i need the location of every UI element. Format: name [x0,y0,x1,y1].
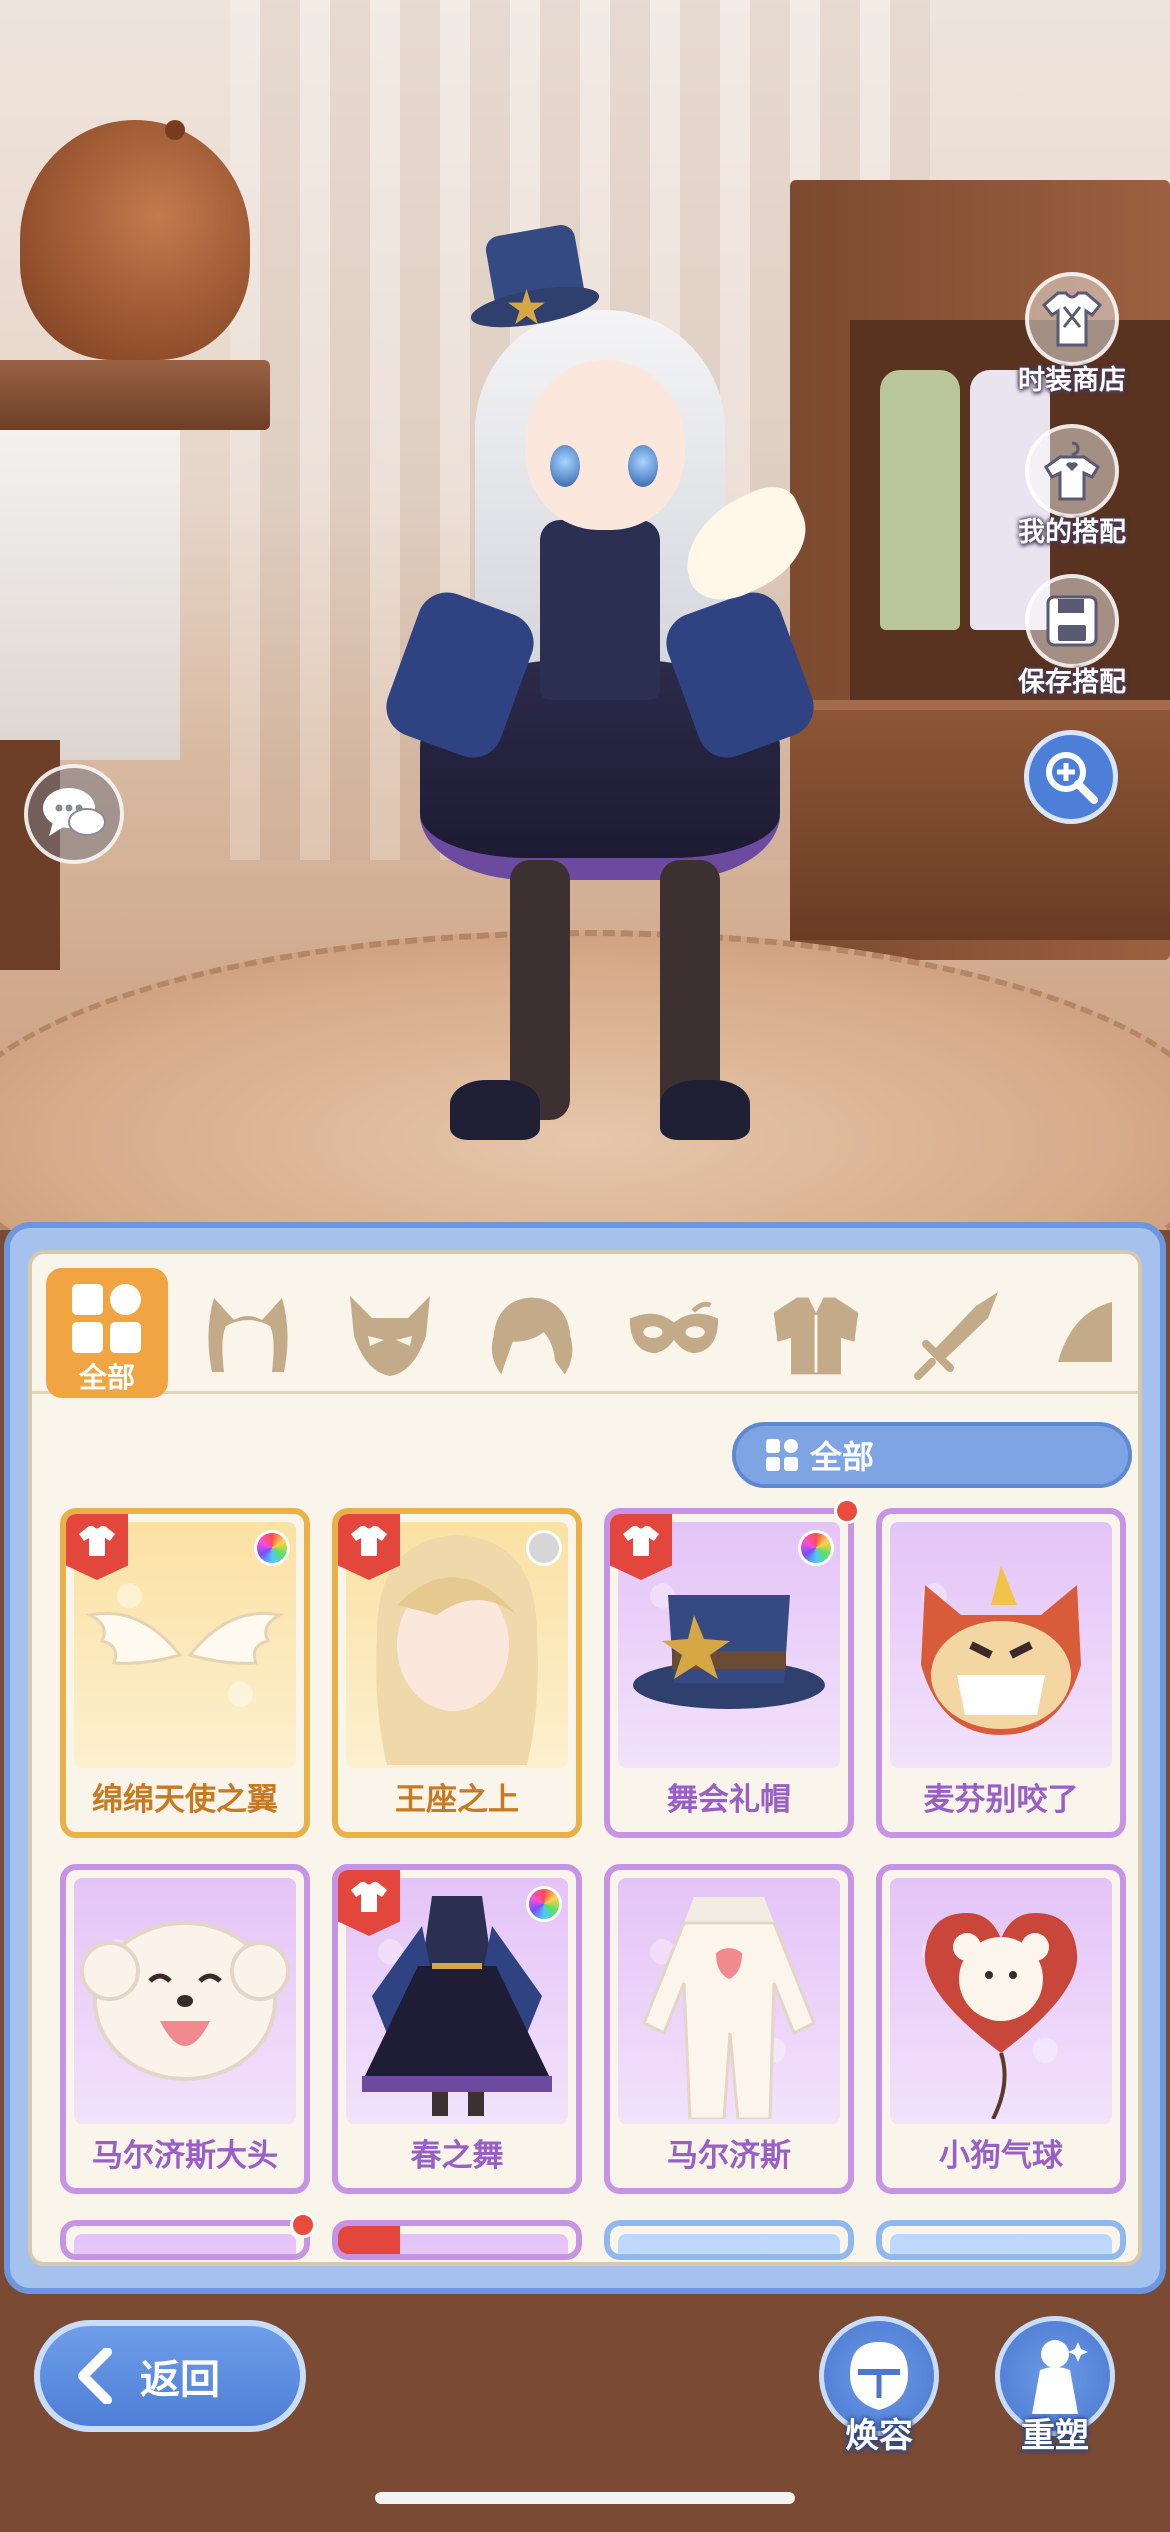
zoom-button[interactable] [1024,730,1118,824]
wing-icon[interactable] [1052,1290,1112,1380]
item-card[interactable]: 小狗气球 [876,1864,1126,2194]
filter-dropdown[interactable]: 全部 [732,1422,1132,1488]
fashion-shop-label: 时装商店 [1018,365,1126,396]
new-item-badge [834,1498,860,1524]
wardrobe-panel-inner: 全部 全部 绵绵天使之翼 王座之上 舞会礼帽 麦芬别咬了 马尔济斯大头 春之舞 … [28,1250,1142,2266]
hanging-dress-green [880,370,960,630]
clay-pot-decoration [20,120,250,360]
grid-icon [766,1439,798,1471]
item-card[interactable]: 麦芬别咬了 [876,1508,1126,1838]
tab-all[interactable]: 全部 [46,1268,168,1398]
character-leg-left [510,860,570,1120]
character-bodice [540,520,660,700]
hanging-cloth [0,430,180,760]
item-art [618,1878,840,2124]
grid-icon [72,1284,142,1354]
item-art [890,2234,1112,2254]
hat-star-icon: ★ [505,280,549,336]
item-art [890,1522,1112,1768]
chat-bubble-icon [43,788,106,836]
player-character[interactable]: ★ [377,220,823,1180]
item-card[interactable]: 马尔济斯大头 [60,1864,310,2194]
save-outfit-label: 保存搭配 [1018,667,1126,698]
item-card[interactable]: 王座之上 [332,1508,582,1838]
item-card[interactable]: 舞会礼帽 [604,1508,854,1838]
filter-label: 全部 [810,1438,875,1476]
cat-ears-icon[interactable] [200,1290,296,1380]
chat-button[interactable] [24,764,124,864]
face-edit-button[interactable]: 焕容 [814,2316,944,2466]
owned-shirt-icon [338,2226,400,2254]
my-outfits-label: 我的搭配 [1018,517,1126,548]
cat-head-icon [890,1522,1112,1768]
maltese-suit-icon [618,1878,840,2124]
wardrobe-drawer [790,700,1170,940]
fox-mask-icon[interactable] [342,1290,438,1380]
item-art [890,1878,1112,2124]
item-card[interactable] [604,2220,854,2260]
item-name: 麦芬别咬了 [923,1782,1079,1818]
character-preview-scene[interactable]: ★ [0,0,1170,1230]
item-card[interactable]: 春之舞 [332,1864,582,2194]
outfit-icon[interactable] [768,1290,864,1380]
item-card[interactable]: 马尔济斯 [604,1864,854,2194]
reshape-label: 重塑 [1021,2416,1089,2456]
home-indicator[interactable] [375,2492,795,2504]
character-face [525,360,685,530]
category-tab-row: 全部 [32,1254,1138,1398]
item-name: 马尔济斯 [667,2138,791,2174]
maltese-head-icon [74,1878,296,2124]
new-item-badge [290,2212,316,2238]
character-eye-left [550,445,580,487]
item-art [74,2234,296,2254]
color-variant-icon [254,1530,290,1566]
back-button[interactable]: 返回 [34,2320,306,2432]
wardrobe-panel: 全部 全部 绵绵天使之翼 王座之上 舞会礼帽 麦芬别咬了 马尔济斯大头 春之舞 … [4,1222,1166,2294]
tab-all-label: 全部 [78,1361,135,1394]
item-card[interactable]: 绵绵天使之翼 [60,1508,310,1838]
item-name: 舞会礼帽 [667,1782,791,1818]
fashion-shop-button[interactable]: 时装商店 [997,272,1147,397]
left-shelf [0,360,270,430]
item-art [74,1878,296,2124]
face-edit-label: 焕容 [845,2416,913,2456]
heart-balloon-icon [890,1878,1112,2124]
shirt-shop-icon [1025,272,1119,366]
zoom-in-icon [1046,752,1098,804]
item-card[interactable] [332,2220,582,2260]
item-name: 王座之上 [395,1782,519,1818]
reshape-button[interactable]: 重塑 [990,2316,1120,2466]
clay-pot-lid [165,120,185,140]
item-name: 春之舞 [410,2138,504,2174]
color-variant-icon [526,1530,562,1566]
item-name: 小狗气球 [939,2138,1063,2174]
item-card[interactable] [876,2220,1126,2260]
item-card[interactable] [60,2220,310,2260]
color-variant-icon [798,1530,834,1566]
my-outfits-button[interactable]: 我的搭配 [997,424,1147,549]
eye-mask-icon[interactable] [626,1290,722,1380]
item-name: 马尔济斯大头 [92,2138,278,2174]
item-art [618,2234,840,2254]
color-variant-icon [526,1886,562,1922]
hair-icon[interactable] [484,1290,580,1380]
save-disk-icon [1025,574,1119,668]
save-outfit-button[interactable]: 保存搭配 [997,574,1147,699]
character-shoe-right [660,1080,750,1140]
back-label: 返回 [140,2357,220,2403]
back-arrow-icon [70,2348,126,2404]
character-shoe-left [450,1080,540,1140]
character-eye-right [628,445,658,487]
item-name: 绵绵天使之翼 [92,1782,278,1818]
sword-icon[interactable] [910,1290,1006,1380]
hanger-shirt-icon [1025,424,1119,518]
